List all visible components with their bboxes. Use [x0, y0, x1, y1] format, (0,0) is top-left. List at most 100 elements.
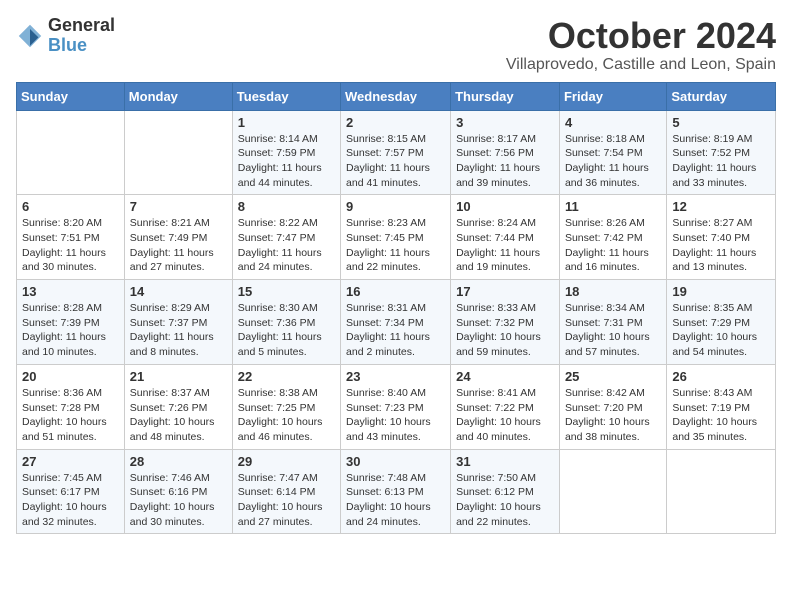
day-number: 24: [456, 369, 554, 384]
day-info: Sunrise: 7:48 AM Sunset: 6:13 PM Dayligh…: [346, 471, 445, 530]
day-number: 27: [22, 454, 119, 469]
day-info: Sunrise: 8:30 AM Sunset: 7:36 PM Dayligh…: [238, 301, 335, 360]
day-info: Sunrise: 7:50 AM Sunset: 6:12 PM Dayligh…: [456, 471, 554, 530]
calendar-cell: 17 Sunrise: 8:33 AM Sunset: 7:32 PM Dayli…: [451, 280, 560, 365]
calendar-cell: 16Sunrise: 8:31 AM Sunset: 7:34 PM Dayli…: [341, 280, 451, 365]
calendar-cell: 10 Sunrise: 8:24 AM Sunset: 7:44 PM Dayli…: [451, 195, 560, 280]
day-number: 7: [130, 199, 227, 214]
calendar-cell: 23 Sunrise: 8:40 AM Sunset: 7:23 PM Dayli…: [341, 364, 451, 449]
calendar-cell: 11Sunrise: 8:26 AM Sunset: 7:42 PM Dayli…: [559, 195, 666, 280]
header-saturday: Saturday: [667, 82, 776, 110]
calendar-cell: 24 Sunrise: 8:41 AM Sunset: 7:22 PM Dayli…: [451, 364, 560, 449]
day-number: 2: [346, 115, 445, 130]
day-number: 8: [238, 199, 335, 214]
day-info: Sunrise: 8:15 AM Sunset: 7:57 PM Dayligh…: [346, 132, 445, 191]
day-number: 15: [238, 284, 335, 299]
day-info: Sunrise: 8:40 AM Sunset: 7:23 PM Dayligh…: [346, 386, 445, 445]
calendar-cell: 2 Sunrise: 8:15 AM Sunset: 7:57 PM Daylig…: [341, 110, 451, 195]
day-number: 20: [22, 369, 119, 384]
day-info: Sunrise: 8:35 AM Sunset: 7:29 PM Dayligh…: [672, 301, 770, 360]
header-monday: Monday: [124, 82, 232, 110]
day-number: 25: [565, 369, 661, 384]
day-number: 6: [22, 199, 119, 214]
calendar-cell: 14 Sunrise: 8:29 AM Sunset: 7:37 PM Dayli…: [124, 280, 232, 365]
day-number: 18: [565, 284, 661, 299]
day-info: Sunrise: 8:29 AM Sunset: 7:37 PM Dayligh…: [130, 301, 227, 360]
day-number: 12: [672, 199, 770, 214]
day-number: 26: [672, 369, 770, 384]
logo-text: General Blue: [48, 16, 115, 56]
day-number: 5: [672, 115, 770, 130]
day-info: Sunrise: 8:33 AM Sunset: 7:32 PM Dayligh…: [456, 301, 554, 360]
day-info: Sunrise: 8:22 AM Sunset: 7:47 PM Dayligh…: [238, 216, 335, 275]
day-number: 1: [238, 115, 335, 130]
day-info: Sunrise: 8:14 AM Sunset: 7:59 PM Dayligh…: [238, 132, 335, 191]
day-number: 19: [672, 284, 770, 299]
calendar-cell: 20 Sunrise: 8:36 AM Sunset: 7:28 PM Dayli…: [17, 364, 125, 449]
day-info: Sunrise: 8:23 AM Sunset: 7:45 PM Dayligh…: [346, 216, 445, 275]
calendar-cell: 3Sunrise: 8:17 AM Sunset: 7:56 PM Daylig…: [451, 110, 560, 195]
day-number: 4: [565, 115, 661, 130]
header-thursday: Thursday: [451, 82, 560, 110]
logo: General Blue: [16, 16, 115, 56]
logo-blue: Blue: [48, 36, 115, 56]
day-info: Sunrise: 8:24 AM Sunset: 7:44 PM Dayligh…: [456, 216, 554, 275]
calendar-cell: 5 Sunrise: 8:19 AM Sunset: 7:52 PM Daylig…: [667, 110, 776, 195]
calendar-week-row: 13 Sunrise: 8:28 AM Sunset: 7:39 PM Dayli…: [17, 280, 776, 365]
calendar-cell: 22 Sunrise: 8:38 AM Sunset: 7:25 PM Dayli…: [232, 364, 340, 449]
calendar-cell: 31 Sunrise: 7:50 AM Sunset: 6:12 PM Dayli…: [451, 449, 560, 534]
day-info: Sunrise: 8:38 AM Sunset: 7:25 PM Dayligh…: [238, 386, 335, 445]
calendar-cell: 29Sunrise: 7:47 AM Sunset: 6:14 PM Dayli…: [232, 449, 340, 534]
day-number: 31: [456, 454, 554, 469]
calendar-week-row: 6 Sunrise: 8:20 AM Sunset: 7:51 PM Daylig…: [17, 195, 776, 280]
day-info: Sunrise: 8:34 AM Sunset: 7:31 PM Dayligh…: [565, 301, 661, 360]
day-info: Sunrise: 8:19 AM Sunset: 7:52 PM Dayligh…: [672, 132, 770, 191]
day-number: 22: [238, 369, 335, 384]
day-number: 9: [346, 199, 445, 214]
calendar-cell: 30 Sunrise: 7:48 AM Sunset: 6:13 PM Dayli…: [341, 449, 451, 534]
day-number: 10: [456, 199, 554, 214]
day-info: Sunrise: 8:42 AM Sunset: 7:20 PM Dayligh…: [565, 386, 661, 445]
day-info: Sunrise: 8:37 AM Sunset: 7:26 PM Dayligh…: [130, 386, 227, 445]
day-number: 11: [565, 199, 661, 214]
day-number: 23: [346, 369, 445, 384]
calendar-cell: 26 Sunrise: 8:43 AM Sunset: 7:19 PM Dayli…: [667, 364, 776, 449]
day-info: Sunrise: 7:45 AM Sunset: 6:17 PM Dayligh…: [22, 471, 119, 530]
location-title: Villaprovedo, Castille and Leon, Spain: [506, 56, 776, 74]
calendar-cell: 13 Sunrise: 8:28 AM Sunset: 7:39 PM Dayli…: [17, 280, 125, 365]
day-info: Sunrise: 8:36 AM Sunset: 7:28 PM Dayligh…: [22, 386, 119, 445]
calendar-cell: [17, 110, 125, 195]
calendar-week-row: 20 Sunrise: 8:36 AM Sunset: 7:28 PM Dayli…: [17, 364, 776, 449]
day-info: Sunrise: 8:28 AM Sunset: 7:39 PM Dayligh…: [22, 301, 119, 360]
day-number: 30: [346, 454, 445, 469]
day-number: 17: [456, 284, 554, 299]
logo-icon: [16, 22, 44, 50]
day-number: 13: [22, 284, 119, 299]
calendar-cell: 12Sunrise: 8:27 AM Sunset: 7:40 PM Dayli…: [667, 195, 776, 280]
day-number: 3: [456, 115, 554, 130]
calendar-cell: 15 Sunrise: 8:30 AM Sunset: 7:36 PM Dayli…: [232, 280, 340, 365]
calendar-cell: [667, 449, 776, 534]
calendar-cell: 27 Sunrise: 7:45 AM Sunset: 6:17 PM Dayli…: [17, 449, 125, 534]
calendar-cell: 8 Sunrise: 8:22 AM Sunset: 7:47 PM Daylig…: [232, 195, 340, 280]
calendar-cell: 21 Sunrise: 8:37 AM Sunset: 7:26 PM Dayli…: [124, 364, 232, 449]
day-number: 14: [130, 284, 227, 299]
calendar-cell: 1 Sunrise: 8:14 AM Sunset: 7:59 PM Daylig…: [232, 110, 340, 195]
calendar-table: SundayMondayTuesdayWednesdayThursdayFrid…: [16, 82, 776, 535]
day-number: 16: [346, 284, 445, 299]
day-info: Sunrise: 8:41 AM Sunset: 7:22 PM Dayligh…: [456, 386, 554, 445]
calendar-cell: 9 Sunrise: 8:23 AM Sunset: 7:45 PM Daylig…: [341, 195, 451, 280]
calendar-week-row: 27 Sunrise: 7:45 AM Sunset: 6:17 PM Dayli…: [17, 449, 776, 534]
day-number: 28: [130, 454, 227, 469]
calendar-cell: 6 Sunrise: 8:20 AM Sunset: 7:51 PM Daylig…: [17, 195, 125, 280]
calendar-cell: [124, 110, 232, 195]
calendar-header-row: SundayMondayTuesdayWednesdayThursdayFrid…: [17, 82, 776, 110]
calendar-cell: 4Sunrise: 8:18 AM Sunset: 7:54 PM Daylig…: [559, 110, 666, 195]
day-number: 21: [130, 369, 227, 384]
header-wednesday: Wednesday: [341, 82, 451, 110]
calendar-cell: 18 Sunrise: 8:34 AM Sunset: 7:31 PM Dayli…: [559, 280, 666, 365]
page-header: General Blue October 2024 Villaprovedo, …: [16, 16, 776, 74]
calendar-cell: [559, 449, 666, 534]
day-info: Sunrise: 8:43 AM Sunset: 7:19 PM Dayligh…: [672, 386, 770, 445]
day-info: Sunrise: 8:20 AM Sunset: 7:51 PM Dayligh…: [22, 216, 119, 275]
